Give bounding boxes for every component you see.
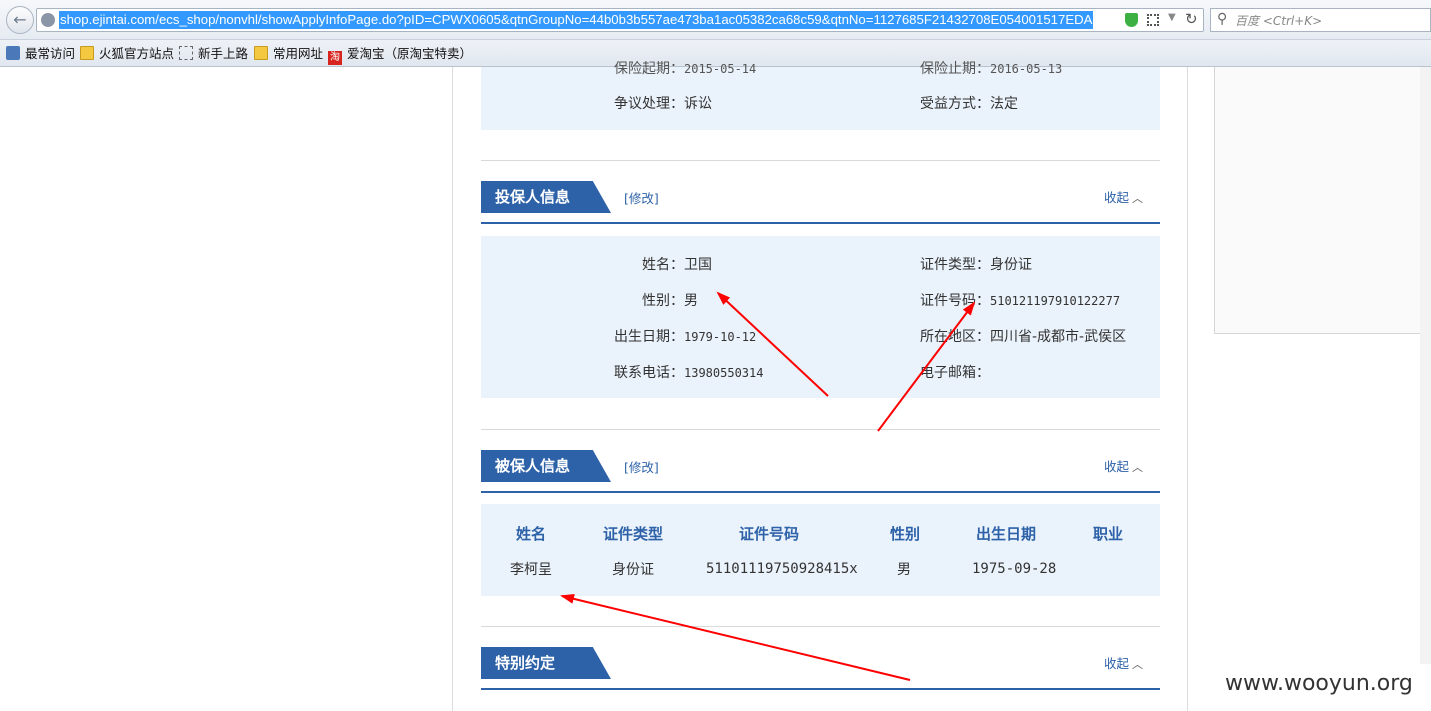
table-header-occupation: 职业 bbox=[1093, 525, 1124, 543]
back-arrow-icon: ← bbox=[13, 10, 27, 29]
bookmark-most-visited[interactable]: 最常访问 bbox=[6, 45, 75, 63]
dropdown-icon[interactable]: ▼ bbox=[1168, 12, 1176, 23]
policy-start-field: 保险起期：2015-05-14 bbox=[614, 61, 757, 77]
separator bbox=[481, 160, 1160, 161]
qr-code-icon[interactable] bbox=[1147, 14, 1159, 26]
bookmark-aitaobao[interactable]: 淘爱淘宝（原淘宝特卖） bbox=[328, 45, 472, 65]
chevron-up-icon: ︿ bbox=[1132, 461, 1144, 474]
page-icon bbox=[179, 46, 193, 60]
url-text[interactable]: shop.ejintai.com/ecs_shop/nonvhl/showApp… bbox=[59, 11, 1093, 29]
table-cell-idno: 51101119750928415x bbox=[706, 561, 858, 577]
url-bar[interactable]: shop.ejintai.com/ecs_shop/nonvhl/showApp… bbox=[36, 8, 1204, 32]
insured-section-title: 被保人信息 bbox=[481, 450, 611, 482]
applicant-name-field: 姓名：卫国 bbox=[642, 257, 712, 273]
applicant-info-box bbox=[481, 236, 1160, 398]
bookmark-icon bbox=[6, 46, 20, 60]
bookmark-common-sites[interactable]: 常用网址 bbox=[254, 45, 323, 63]
section-underline bbox=[481, 222, 1160, 224]
policy-end-field: 保险止期：2016-05-13 bbox=[920, 61, 1063, 77]
benefit-field: 受益方式：法定 bbox=[920, 96, 1018, 112]
applicant-email-field: 电子邮箱： bbox=[920, 365, 990, 381]
insured-edit-link[interactable]: [修改] bbox=[624, 457, 659, 476]
applicant-birth-field: 出生日期：1979-10-12 bbox=[614, 329, 757, 345]
back-button[interactable]: ← bbox=[6, 6, 34, 34]
applicant-idno-field: 证件号码：510121197910122277 bbox=[920, 293, 1121, 309]
bookmark-firefox-official[interactable]: 火狐官方站点 bbox=[80, 45, 174, 63]
right-side-panel bbox=[1214, 67, 1431, 334]
table-header-name: 姓名 bbox=[516, 525, 547, 543]
chevron-up-icon: ︿ bbox=[1132, 192, 1144, 205]
folder-icon bbox=[80, 46, 94, 60]
applicant-phone-field: 联系电话：13980550314 bbox=[614, 365, 764, 381]
shield-icon[interactable] bbox=[1125, 13, 1138, 27]
section-underline bbox=[481, 688, 1160, 690]
table-cell-birth: 1975-09-28 bbox=[972, 561, 1057, 577]
bookmark-getting-started[interactable]: 新手上路 bbox=[179, 45, 248, 63]
applicant-section-title: 投保人信息 bbox=[481, 181, 611, 213]
search-placeholder: 百度 <Ctrl+K> bbox=[1235, 14, 1323, 28]
special-section-title: 特别约定 bbox=[481, 647, 611, 679]
table-cell-idtype: 身份证 bbox=[612, 562, 654, 578]
applicant-gender-field: 性别：男 bbox=[642, 293, 698, 309]
applicant-collapse-button[interactable]: 收起 ︿ bbox=[1104, 187, 1143, 206]
table-header-birth: 出生日期 bbox=[976, 525, 1037, 543]
chevron-up-icon: ︿ bbox=[1132, 658, 1144, 671]
insured-collapse-button[interactable]: 收起 ︿ bbox=[1104, 456, 1143, 475]
table-header-gender: 性别 bbox=[890, 525, 921, 543]
table-header-idtype: 证件类型 bbox=[603, 525, 664, 543]
reload-icon[interactable]: ↻ bbox=[1185, 10, 1198, 28]
applicant-idtype-field: 证件类型：身份证 bbox=[920, 257, 1032, 273]
separator bbox=[481, 429, 1160, 430]
insured-table bbox=[481, 504, 1160, 596]
search-bar[interactable]: ⚲ 百度 <Ctrl+K> bbox=[1210, 8, 1431, 32]
table-cell-name: 李柯呈 bbox=[510, 562, 552, 578]
content-left-border bbox=[452, 67, 453, 711]
dispute-field: 争议处理：诉讼 bbox=[614, 96, 712, 112]
search-icon: ⚲ bbox=[1217, 11, 1228, 27]
special-collapse-button[interactable]: 收起 ︿ bbox=[1104, 653, 1143, 672]
folder-icon bbox=[254, 46, 268, 60]
globe-icon bbox=[41, 13, 55, 27]
scrollbar[interactable] bbox=[1420, 67, 1431, 711]
content-right-border bbox=[1187, 67, 1188, 711]
arrow-to-insured-name bbox=[560, 593, 911, 681]
table-cell-gender: 男 bbox=[897, 562, 911, 578]
browser-toolbar: ← shop.ejintai.com/ecs_shop/nonvhl/showA… bbox=[0, 0, 1431, 40]
watermark: www.wooyun.org bbox=[1217, 664, 1431, 711]
section-underline bbox=[481, 491, 1160, 493]
applicant-edit-link[interactable]: [修改] bbox=[624, 188, 659, 207]
table-header-idno: 证件号码 bbox=[739, 525, 800, 543]
taobao-icon: 淘 bbox=[328, 51, 342, 65]
separator bbox=[481, 626, 1160, 627]
applicant-region-field: 所在地区：四川省-成都市-武侯区 bbox=[920, 329, 1127, 345]
